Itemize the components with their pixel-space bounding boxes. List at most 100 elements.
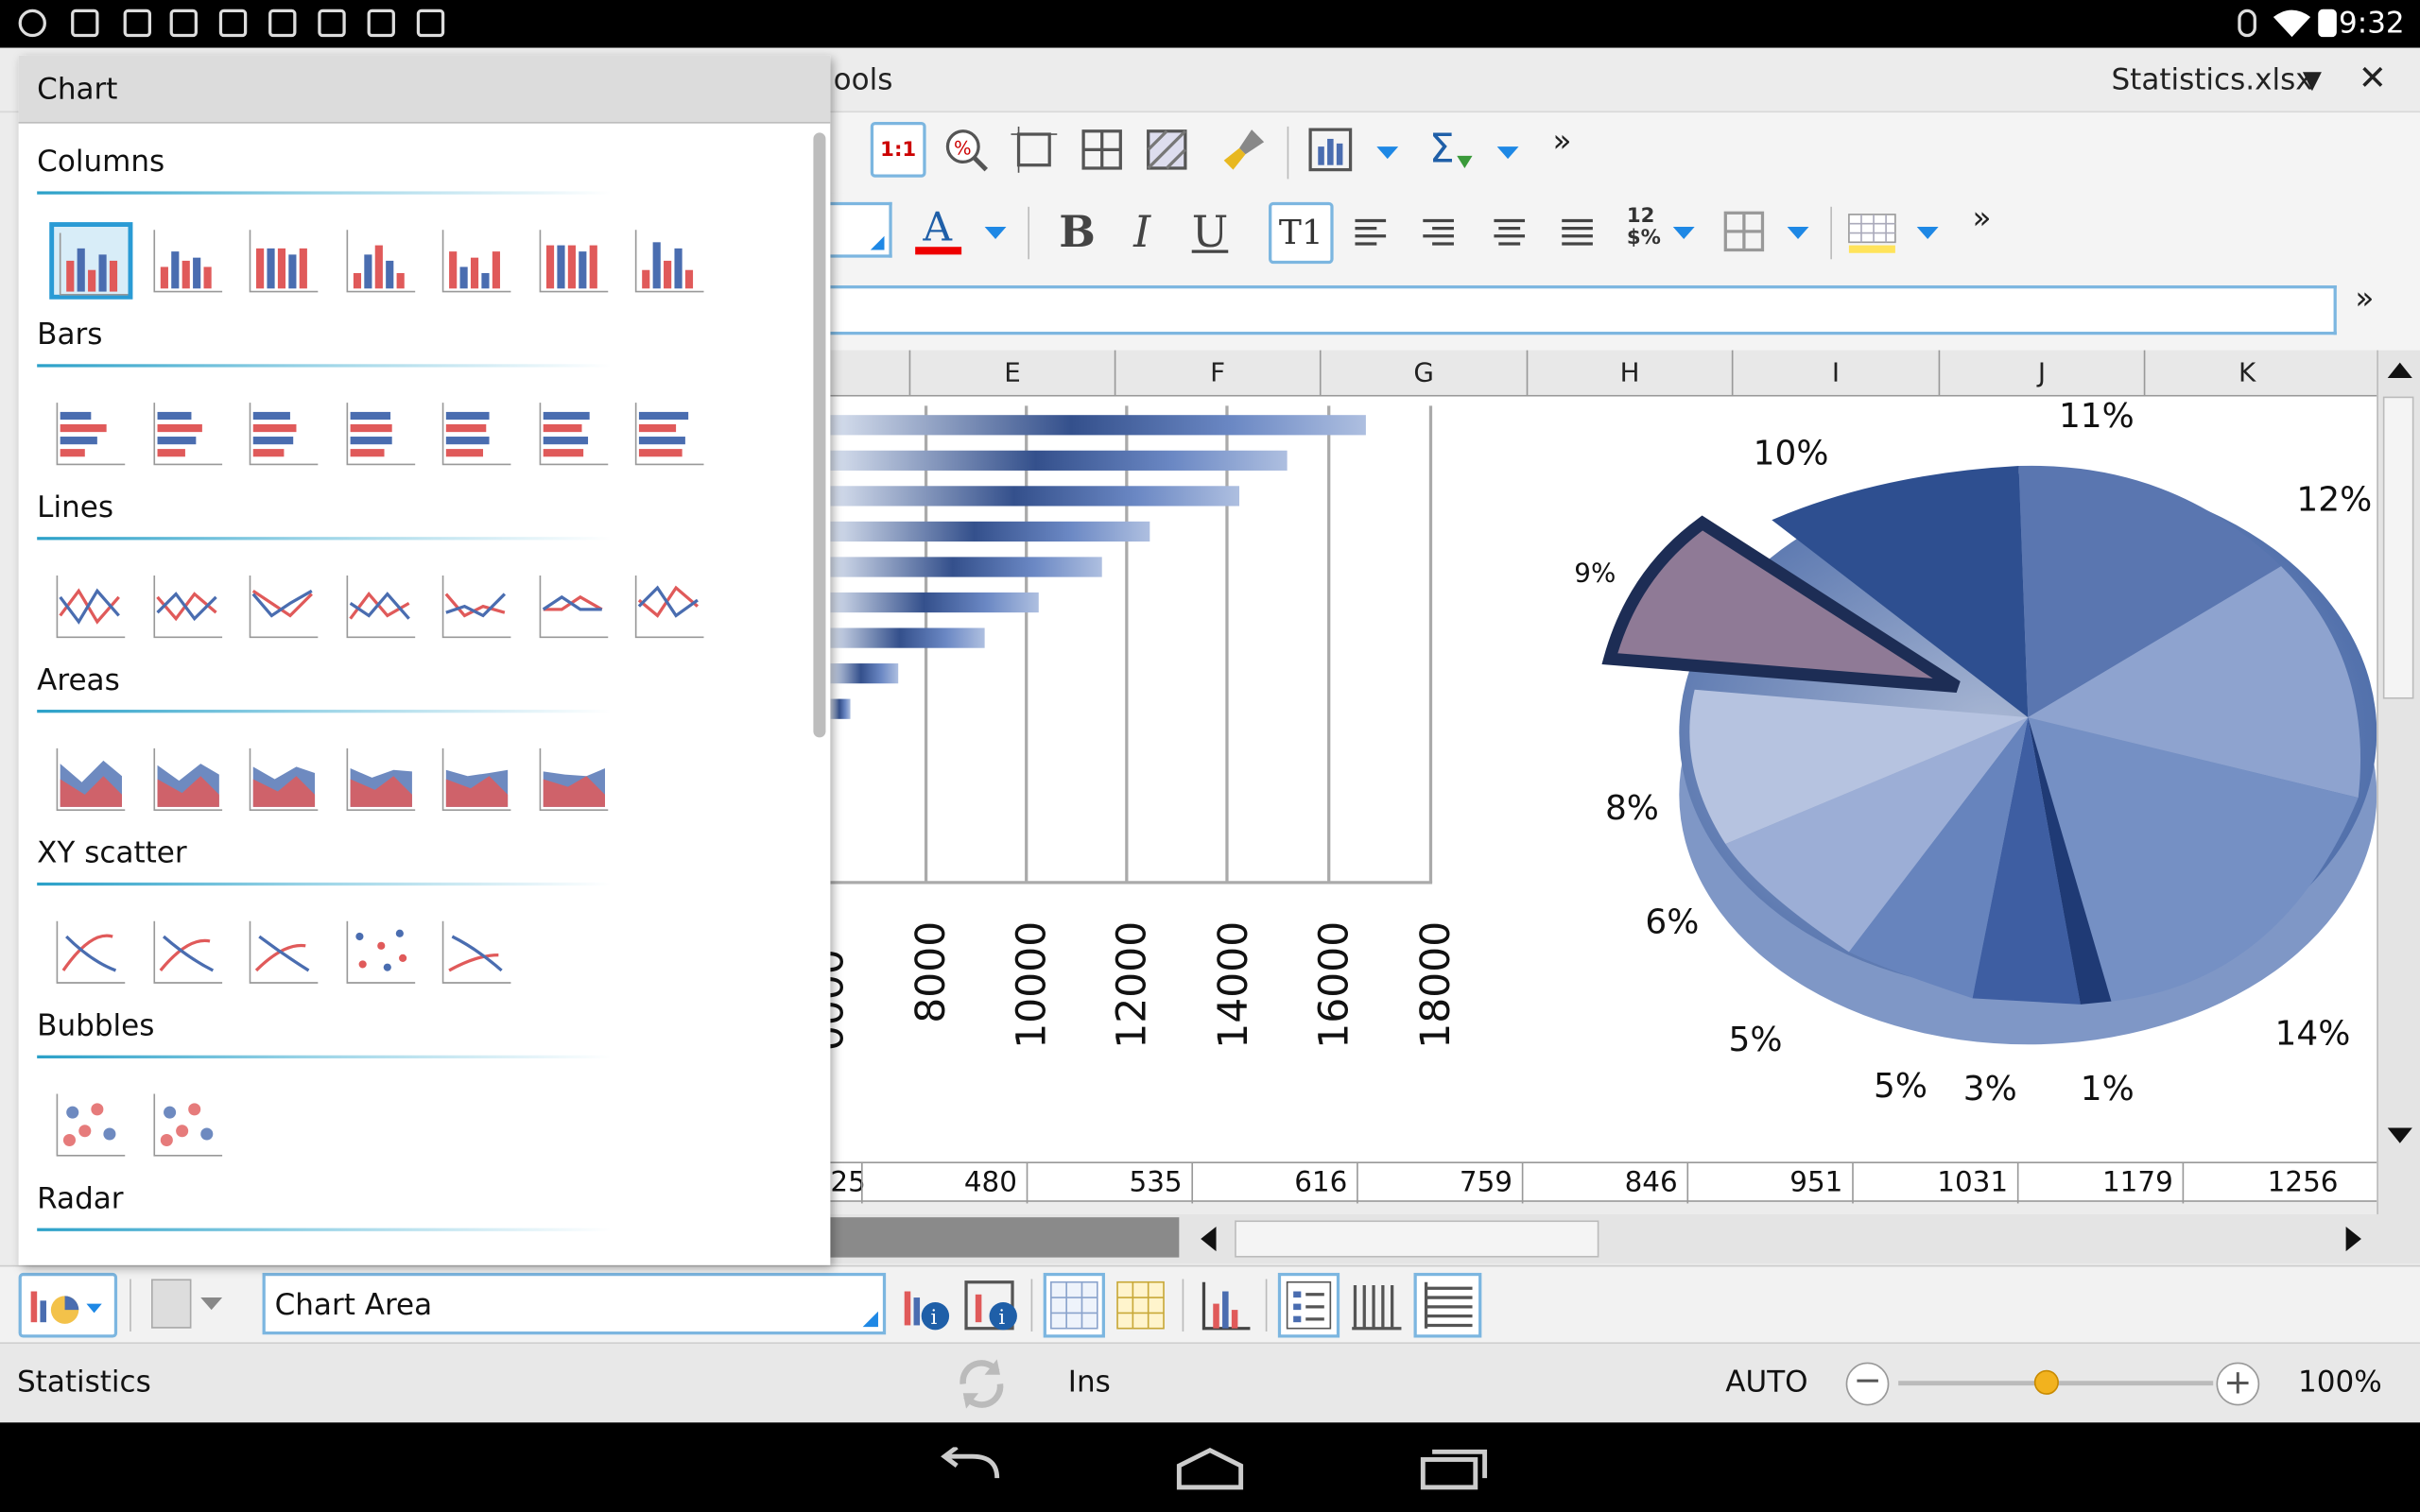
pie-chart[interactable]: 11% 12% 14% 1% 3% 5% 5% 6% 8% 9% 10% [1574, 397, 2377, 1108]
zoom-in-button[interactable]: + [2216, 1362, 2260, 1406]
horizontal-bar-chart[interactable]: 0000 8000 10000 12000 14000 16000 18000 [830, 405, 1460, 1051]
chart-type-option-areas[interactable] [531, 741, 614, 818]
chart-type-option-bubbles[interactable] [49, 1086, 132, 1163]
format-overflow-button[interactable]: » [1973, 199, 1992, 236]
chart-type-option-lines[interactable] [628, 568, 711, 645]
chart-type-option-lines[interactable] [338, 568, 422, 645]
actual-size-button[interactable]: 1:1 [870, 121, 926, 178]
sync-icon[interactable] [951, 1353, 1012, 1415]
underline-button[interactable]: U [1183, 204, 1238, 260]
chart-type-option-lines[interactable] [531, 568, 614, 645]
table-cell[interactable]: 846 [1521, 1163, 1687, 1204]
scroll-left-icon[interactable] [1201, 1226, 1217, 1252]
zoom-out-button[interactable]: − [1845, 1362, 1890, 1406]
column-header-g[interactable]: G [1319, 350, 1527, 397]
chart-sheet-dropdown-icon[interactable] [200, 1297, 223, 1311]
chart-type-option-areas[interactable] [435, 741, 518, 818]
chart-type-option-columns[interactable] [49, 222, 133, 300]
chart-type-option-bars[interactable] [531, 395, 614, 472]
column-header-k[interactable]: K [2143, 350, 2349, 397]
table-cell[interactable]: 1179 [2016, 1163, 2183, 1204]
table-cell[interactable]: 535 [1026, 1163, 1192, 1204]
chart-insert-dropdown-icon[interactable] [1376, 146, 1399, 160]
chart-legend-button[interactable] [1277, 1272, 1340, 1338]
close-document-button[interactable]: ✕ [2359, 60, 2387, 99]
table-cell[interactable]: 1256 [2182, 1163, 2348, 1204]
chart-element-select[interactable]: Chart Area [262, 1272, 887, 1335]
chart-type-option-xy-scatter[interactable] [338, 914, 422, 991]
column-header-f[interactable]: F [1114, 350, 1320, 397]
vertical-scrollbar[interactable] [2377, 350, 2420, 1214]
align-center-icon[interactable] [1491, 215, 1528, 251]
worksheet-chart-area[interactable]: 0000 8000 10000 12000 14000 16000 18000 [830, 396, 2377, 1162]
number-format-dropdown-icon[interactable] [1672, 226, 1695, 240]
chart-type-option-columns[interactable] [338, 222, 422, 300]
sheet-name[interactable]: Statistics [17, 1366, 151, 1400]
chart-type-option-xy-scatter[interactable] [146, 914, 229, 991]
formula-input[interactable] [830, 285, 2337, 335]
chart-vertical-grid-icon[interactable] [1349, 1279, 1405, 1334]
chart-type-option-areas[interactable] [242, 741, 325, 818]
back-icon[interactable] [935, 1447, 1003, 1490]
font-size-select[interactable] [830, 201, 892, 258]
chart-type-option-lines[interactable] [242, 568, 325, 645]
chart-type-option-columns[interactable] [435, 222, 518, 300]
chart-type-option-columns[interactable] [531, 222, 614, 300]
chart-info-icon[interactable]: i [898, 1276, 954, 1334]
embedded-charts[interactable]: 0000 8000 10000 12000 14000 16000 18000 [830, 397, 2377, 1162]
table-cell[interactable]: 25 [830, 1163, 865, 1203]
table-cell[interactable]: 759 [1357, 1163, 1522, 1204]
table-cell[interactable]: 616 [1191, 1163, 1357, 1204]
fill-pattern-button[interactable] [1139, 122, 1195, 178]
document-title[interactable]: Statistics.xlsx [2111, 63, 2312, 97]
fill-color-dropdown-icon[interactable] [1916, 226, 1939, 240]
chart-type-option-xy-scatter[interactable] [435, 914, 518, 991]
insert-mode[interactable]: Ins [1068, 1366, 1111, 1400]
justify-icon[interactable] [1559, 215, 1596, 251]
number-format-button[interactable]: 12 $% [1627, 206, 1661, 250]
table-cell[interactable]: 480 [861, 1163, 1027, 1204]
fill-color-icon[interactable] [1846, 212, 1899, 255]
chart-horizontal-grid-button[interactable] [1413, 1272, 1482, 1338]
cell-borders-icon[interactable] [1722, 210, 1766, 253]
scroll-down-icon[interactable] [2387, 1127, 2412, 1143]
chart-type-panel[interactable]: Chart Columns Bars Lines Areas XY scatter Bub… [18, 55, 831, 1265]
clear-format-button[interactable] [1217, 122, 1272, 178]
crop-button[interactable] [1006, 122, 1062, 178]
chart-type-button[interactable] [18, 1272, 118, 1338]
chart-type-option-lines[interactable] [435, 568, 518, 645]
recents-icon[interactable] [1417, 1447, 1491, 1490]
cell-borders-dropdown-icon[interactable] [1787, 226, 1809, 240]
home-icon[interactable] [1173, 1447, 1247, 1490]
font-color-button[interactable]: A [910, 202, 966, 258]
calc-mode[interactable]: AUTO [1725, 1366, 1807, 1400]
tools-menu[interactable]: ools [834, 63, 893, 97]
zoom-percent-button[interactable]: % [939, 122, 994, 178]
zoom-slider-handle[interactable] [2033, 1369, 2059, 1395]
toolbar-overflow-button[interactable]: » [1552, 122, 1571, 159]
italic-button[interactable]: I [1115, 204, 1170, 260]
document-menu-chevron-icon[interactable]: ▼ [2303, 65, 2322, 94]
chart-type-option-xy-scatter[interactable] [242, 914, 325, 991]
column-header-h[interactable]: H [1526, 350, 1732, 397]
zoom-slider[interactable] [1898, 1369, 2214, 1395]
chart-type-option-bars[interactable] [49, 395, 132, 472]
column-header-j[interactable]: J [1938, 350, 2144, 397]
column-header-e[interactable]: E [908, 350, 1115, 397]
horizontal-scroll-thumb[interactable] [1235, 1220, 1599, 1258]
chart-type-option-bars[interactable] [435, 395, 518, 472]
scroll-up-icon[interactable] [2387, 362, 2412, 378]
autosum-button[interactable]: Σ [1423, 122, 1478, 178]
formula-overflow-button[interactable]: » [2355, 280, 2374, 317]
chart-area-info-icon[interactable]: i [963, 1276, 1022, 1334]
align-left-icon[interactable] [1352, 215, 1389, 251]
chart-type-option-areas[interactable] [338, 741, 422, 818]
scroll-right-icon[interactable] [2345, 1226, 2361, 1252]
chart-type-option-lines[interactable] [146, 568, 229, 645]
chart-panel-scroll-thumb[interactable] [813, 132, 826, 738]
chart-type-option-areas[interactable] [146, 741, 229, 818]
horizontal-scrollbar[interactable] [830, 1213, 2420, 1264]
table-cell[interactable]: 951 [1686, 1163, 1852, 1204]
chart-gridlines-button[interactable] [1043, 1272, 1105, 1338]
autosum-dropdown-icon[interactable] [1496, 146, 1519, 160]
